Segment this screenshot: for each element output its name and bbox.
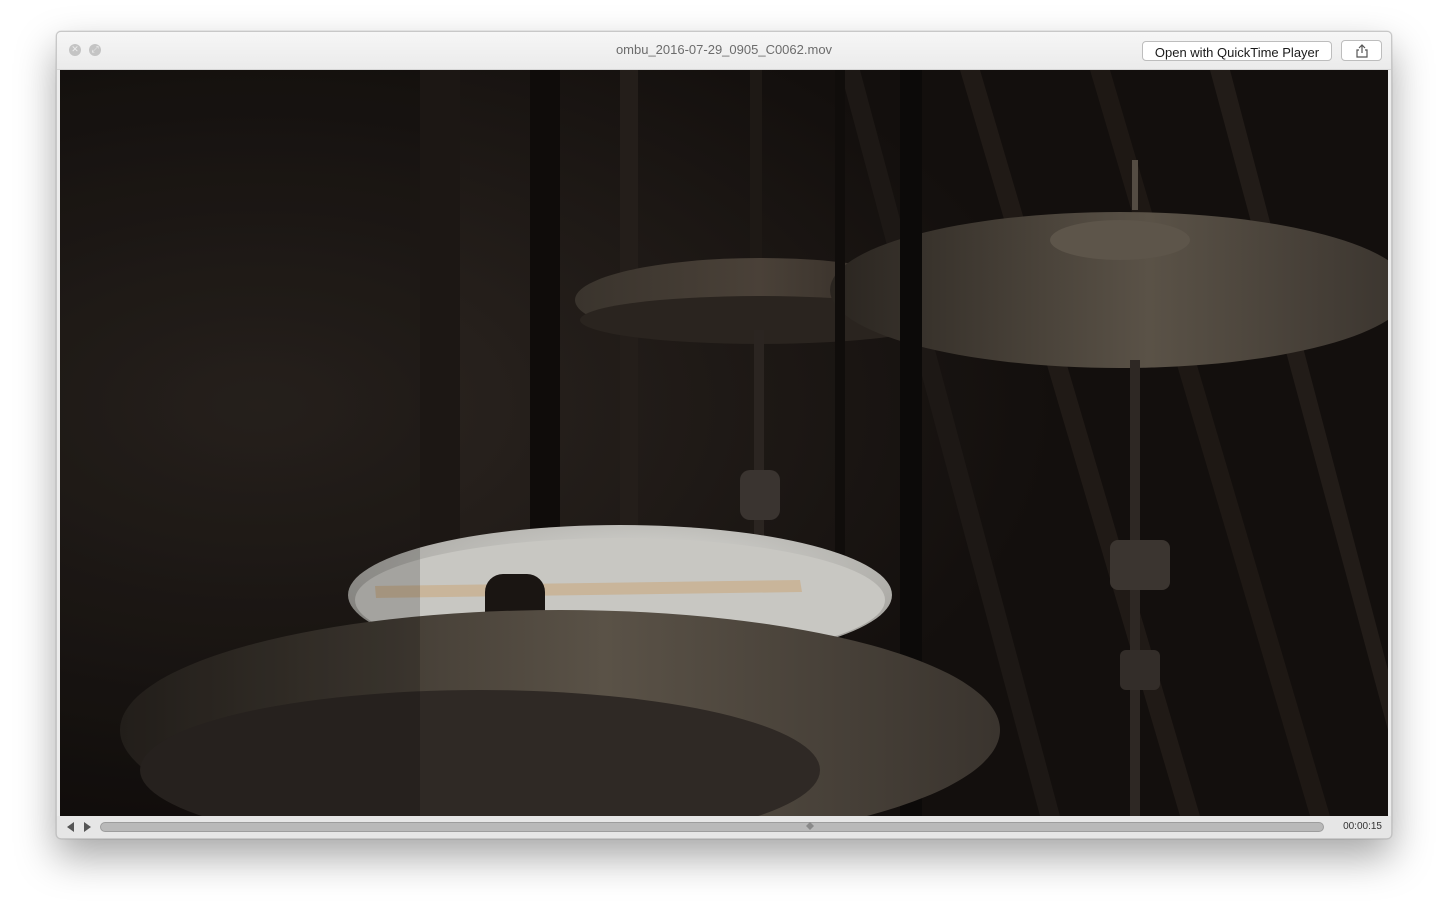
video-image bbox=[60, 70, 1388, 816]
skip-back-icon[interactable] bbox=[65, 821, 77, 833]
open-with-quicktime-button[interactable]: Open with QuickTime Player bbox=[1142, 41, 1332, 61]
share-button[interactable] bbox=[1341, 40, 1382, 61]
scrubber-track[interactable] bbox=[100, 822, 1324, 832]
video-frame[interactable] bbox=[60, 70, 1388, 816]
playback-controls: 00:00:15 bbox=[57, 816, 1391, 838]
share-icon bbox=[1356, 44, 1368, 58]
title-bar[interactable]: ✕ ⤢ ombu_2016-07-29_0905_C0062.mov Open … bbox=[57, 32, 1391, 70]
play-icon[interactable] bbox=[81, 821, 93, 833]
elapsed-time: 00:00:15 bbox=[1343, 821, 1382, 832]
preview-window: ✕ ⤢ ombu_2016-07-29_0905_C0062.mov Open … bbox=[56, 31, 1392, 839]
playhead-handle[interactable] bbox=[805, 822, 814, 830]
